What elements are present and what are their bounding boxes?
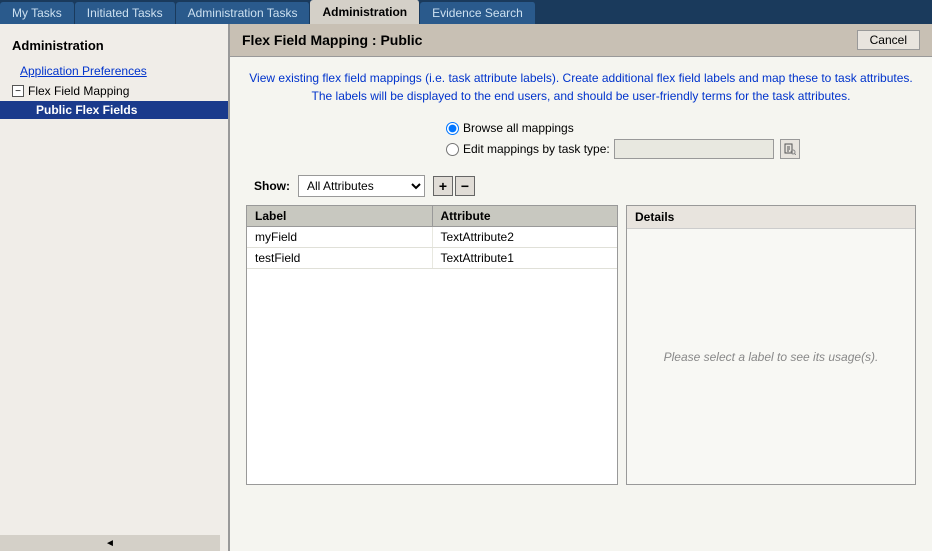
sidebar-item-public-flex-fields[interactable]: Public Flex Fields [0,101,228,119]
table-cell-attribute: TextAttribute2 [433,227,618,247]
details-header: Details [627,206,915,229]
table-row[interactable]: myField TextAttribute2 [247,227,617,248]
content-body: View existing flex field mappings (i.e. … [230,57,932,551]
tab-evidence-search[interactable]: Evidence Search [420,2,536,24]
sidebar-section-flex-field-mapping: − Flex Field Mapping [0,81,228,101]
page-title: Flex Field Mapping : Public [242,32,422,48]
main-layout: Administration Application Preferences −… [0,24,932,551]
radio-edit[interactable] [446,143,459,156]
col-header-attribute: Attribute [433,206,618,226]
col-header-label: Label [247,206,433,226]
table-row[interactable]: testField TextAttribute1 [247,248,617,269]
add-remove-buttons: + − [433,176,475,196]
details-body: Please select a label to see its usage(s… [627,229,915,484]
task-type-input[interactable] [614,139,774,159]
table-header: Label Attribute [247,206,617,227]
show-label: Show: [254,179,290,193]
browse-icon[interactable] [780,139,800,159]
table-cell-attribute: TextAttribute1 [433,248,618,268]
sidebar-scroll-arrow[interactable]: ◄ [0,535,220,551]
info-text: View existing flex field mappings (i.e. … [246,69,916,105]
table-panel: Label Attribute myField TextAttribute2 t… [246,205,618,485]
cancel-button[interactable]: Cancel [857,30,920,50]
tab-initiated-tasks[interactable]: Initiated Tasks [75,2,176,24]
add-button[interactable]: + [433,176,453,196]
tab-bar: My Tasks Initiated Tasks Administration … [0,0,932,24]
remove-button[interactable]: − [455,176,475,196]
sidebar-section-toggle[interactable]: − [12,85,24,97]
radio-browse-row: Browse all mappings [446,121,574,135]
sidebar-item-app-preferences[interactable]: Application Preferences [0,61,228,81]
show-select[interactable]: All Attributes Text Attributes Number At… [298,175,425,197]
radio-edit-row: Edit mappings by task type: [446,139,800,159]
table-cell-label: testField [247,248,433,268]
details-empty-message: Please select a label to see its usage(s… [664,350,879,364]
radio-edit-label[interactable]: Edit mappings by task type: [463,142,610,156]
tab-my-tasks[interactable]: My Tasks [0,2,75,24]
show-row: Show: All Attributes Text Attributes Num… [254,175,916,197]
sidebar-title: Administration [0,32,228,61]
content-area: Flex Field Mapping : Public Cancel View … [230,24,932,551]
sidebar: Administration Application Preferences −… [0,24,230,551]
table-cell-label: myField [247,227,433,247]
radio-browse-label[interactable]: Browse all mappings [463,121,574,135]
radio-browse[interactable] [446,122,459,135]
content-header: Flex Field Mapping : Public Cancel [230,24,932,57]
radio-group: Browse all mappings Edit mappings by tas… [446,121,916,159]
two-panel: Label Attribute myField TextAttribute2 t… [246,205,916,485]
details-panel: Details Please select a label to see its… [626,205,916,485]
tab-administration-tasks[interactable]: Administration Tasks [176,2,311,24]
tab-administration[interactable]: Administration [310,0,420,24]
